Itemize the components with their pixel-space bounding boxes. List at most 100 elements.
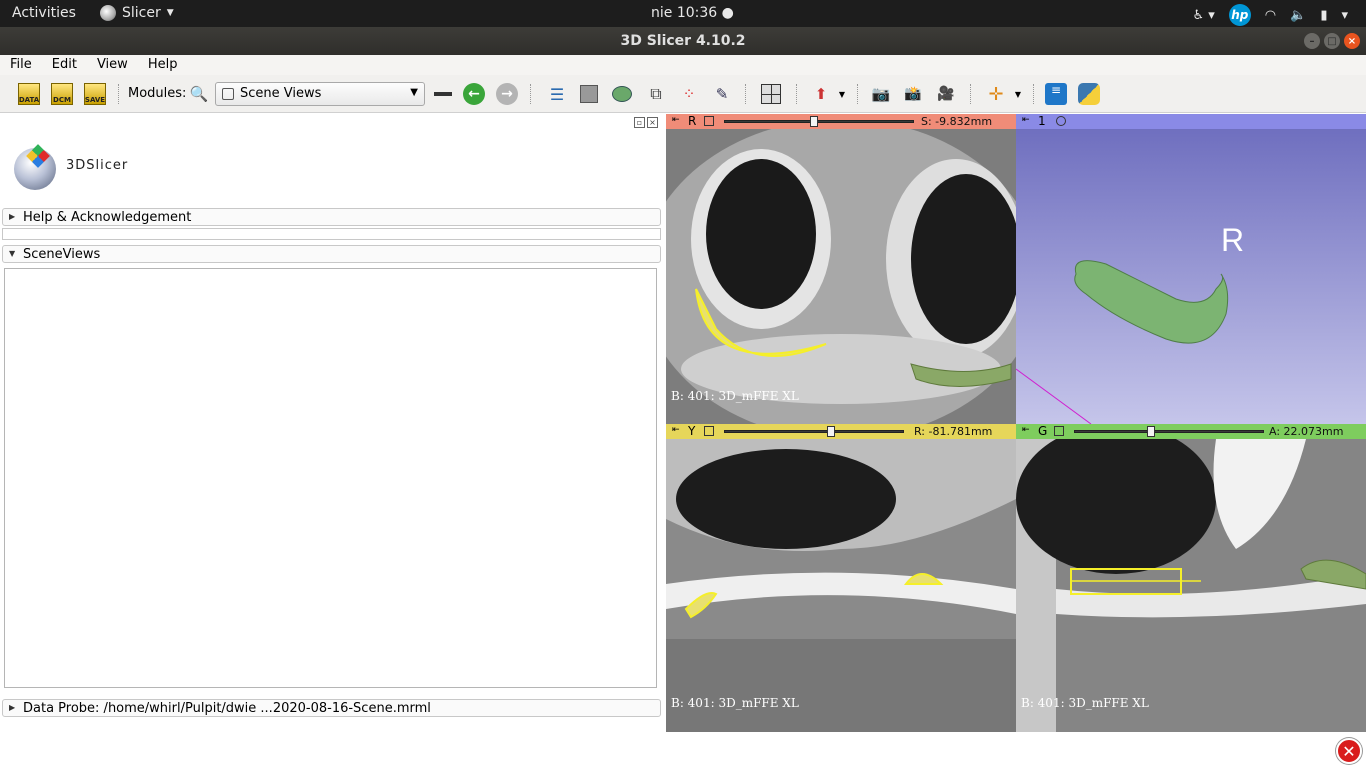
arrow-right-icon: → [496, 83, 518, 105]
place-arrow-icon: ⬆ [814, 85, 828, 103]
transforms-module-button[interactable]: ⧉ [644, 82, 668, 106]
menu-edit[interactable]: Edit [42, 55, 87, 75]
close-panel-button[interactable]: × [647, 117, 658, 128]
slider-handle[interactable] [809, 116, 818, 127]
red-volume-label: B: 401: 3D_mFFE XL [671, 389, 799, 403]
menu-file[interactable]: File [0, 55, 42, 75]
green-volume-label: B: 401: 3D_mFFE XL [1021, 696, 1149, 710]
slider-handle[interactable] [1147, 426, 1155, 437]
menu-view[interactable]: View [87, 55, 138, 75]
red-slice-image [666, 129, 1016, 424]
module-search-icon[interactable]: 🔍 [187, 82, 211, 106]
red-slice-controller: ⇤ R S: -9.832mm [666, 114, 1016, 129]
load-dicom-button[interactable]: DCM [50, 82, 74, 106]
menu-help[interactable]: Help [138, 55, 188, 75]
green-slice-view[interactable]: ⇤ G A: 22.073mm B: 401: 3D_mFFE XL [1016, 424, 1366, 732]
module-history-button[interactable] [431, 82, 455, 106]
battery-icon[interactable]: ▮ [1320, 8, 1327, 23]
orientation-marker-label: R [1221, 222, 1245, 258]
red-offset-slider[interactable] [724, 116, 914, 127]
activities-button[interactable]: Activities [12, 5, 76, 21]
back-button[interactable]: ← [462, 82, 486, 106]
error-log-button[interactable]: ✕ [1336, 738, 1362, 764]
extensions-icon: ≡ [1045, 83, 1067, 105]
data-icon: DATA [18, 83, 40, 105]
pin-icon[interactable]: ⇤ [1022, 425, 1030, 435]
green-offset-value: A: 22.073mm [1269, 425, 1344, 438]
yellow-offset-slider[interactable] [724, 426, 904, 437]
link-toggle-icon[interactable] [704, 116, 714, 126]
collapse-arrow-icon: ▶ [9, 703, 16, 712]
sceneviews-section[interactable]: ▼ SceneViews [2, 245, 661, 263]
yellow-slice-image [666, 439, 1016, 732]
slider-handle[interactable] [827, 426, 835, 437]
accessibility-icon[interactable]: ♿ ▾ [1192, 8, 1214, 23]
slicer-logo [4, 136, 64, 196]
float-panel-button[interactable]: ▫ [634, 117, 645, 128]
sceneviews-label: SceneViews [23, 247, 101, 262]
crosshair-dropdown[interactable]: ▼ [1006, 82, 1030, 106]
expand-arrow-icon: ▼ [9, 249, 16, 258]
toolbar-separator [970, 84, 971, 104]
system-tray: ♿ ▾ hp ◠ 🔈 ▮ ▾ [1192, 4, 1348, 26]
link-toggle-icon[interactable] [704, 426, 714, 436]
help-acknowledgement-section[interactable]: ▶ Help & Acknowledgement [2, 208, 661, 226]
chevron-down-icon: ▼ [166, 8, 174, 18]
data-probe-section[interactable]: ▶ Data Probe: /home/whirl/Pulpit/dwie ..… [2, 699, 661, 717]
save-button[interactable]: SAVE [83, 82, 107, 106]
data-module-button[interactable]: ☰ [545, 82, 569, 106]
help-acknowledgement-label: Help & Acknowledgement [23, 210, 192, 225]
mouse-mode-dropdown[interactable]: ▼ [830, 82, 854, 106]
module-selector[interactable]: Scene Views ▼ [215, 82, 425, 106]
slicer-app-icon [100, 5, 116, 21]
green-offset-slider[interactable] [1074, 426, 1264, 437]
three-d-render [1016, 129, 1366, 424]
volume-icon[interactable]: 🔈 [1290, 8, 1306, 23]
view-settings-icon[interactable] [1056, 116, 1066, 126]
dicom-icon: DCM [51, 83, 73, 105]
python-console-button[interactable] [1077, 82, 1101, 106]
pin-icon[interactable]: ⇤ [672, 425, 680, 435]
markups-module-button[interactable]: ⁘ [677, 82, 701, 106]
link-toggle-icon[interactable] [1054, 426, 1064, 436]
save-icon: SAVE [84, 83, 106, 105]
scene-view-capture-button[interactable]: 📸 [901, 82, 925, 106]
models-module-button[interactable] [610, 82, 634, 106]
layout-button[interactable] [759, 82, 783, 106]
yellow-offset-value: R: -81.781mm [914, 425, 993, 438]
pin-icon[interactable]: ⇤ [672, 115, 680, 125]
maximize-button[interactable]: □ [1324, 33, 1340, 49]
load-data-button[interactable]: DATA [17, 82, 41, 106]
module-panel: ▫ × 3DSlicer ▶ Help & Acknowledgement ▼ … [0, 114, 666, 768]
menu-bar: File Edit View Help [0, 55, 1366, 75]
clock[interactable]: nie 10:36 ● [651, 5, 734, 21]
arrow-left-icon: ← [463, 83, 485, 105]
minimize-button[interactable]: – [1304, 33, 1320, 49]
pin-icon[interactable]: ⇤ [1022, 115, 1030, 125]
chevron-down-icon: ▼ [838, 89, 846, 99]
camera-restore-icon: 🎥 [937, 86, 955, 102]
three-d-controller: ⇤ 1 [1016, 114, 1366, 129]
volumes-module-button[interactable] [577, 82, 601, 106]
toolbar-separator [118, 84, 119, 104]
forward-button[interactable]: → [495, 82, 519, 106]
app-menu[interactable]: Slicer ▼ [100, 5, 174, 21]
toolbar-separator [530, 84, 531, 104]
system-top-bar: Activities Slicer ▼ nie 10:36 ● ♿ ▾ hp ◠… [0, 0, 1366, 27]
scene-views-list[interactable] [4, 268, 657, 688]
green-view-name: G [1038, 424, 1048, 438]
data-probe-label: Data Probe: /home/whirl/Pulpit/dwie ...2… [23, 701, 431, 716]
segment-editor-button[interactable]: ✎ [710, 82, 734, 106]
wifi-icon[interactable]: ◠ [1265, 8, 1276, 23]
red-slice-view[interactable]: ⇤ R S: -9.832mm B: 401: 3D_mFFE XL [666, 114, 1016, 424]
close-window-button[interactable]: × [1344, 33, 1360, 49]
power-menu-icon[interactable]: ▾ [1341, 8, 1348, 23]
three-d-view[interactable]: ⇤ 1 R [1016, 114, 1366, 424]
screenshot-button[interactable]: 📷 [869, 82, 893, 106]
layout-grid-icon [761, 84, 781, 104]
crosshair-button[interactable]: ✛ [984, 82, 1008, 106]
restore-scene-view-button[interactable]: 🎥 [934, 82, 958, 106]
yellow-slice-view[interactable]: ⇤ Y R: -81.781mm B: 401: 3D_mFFE XL [666, 424, 1016, 732]
window-title: 3D Slicer 4.10.2 [620, 33, 746, 49]
extension-manager-button[interactable]: ≡ [1044, 82, 1068, 106]
